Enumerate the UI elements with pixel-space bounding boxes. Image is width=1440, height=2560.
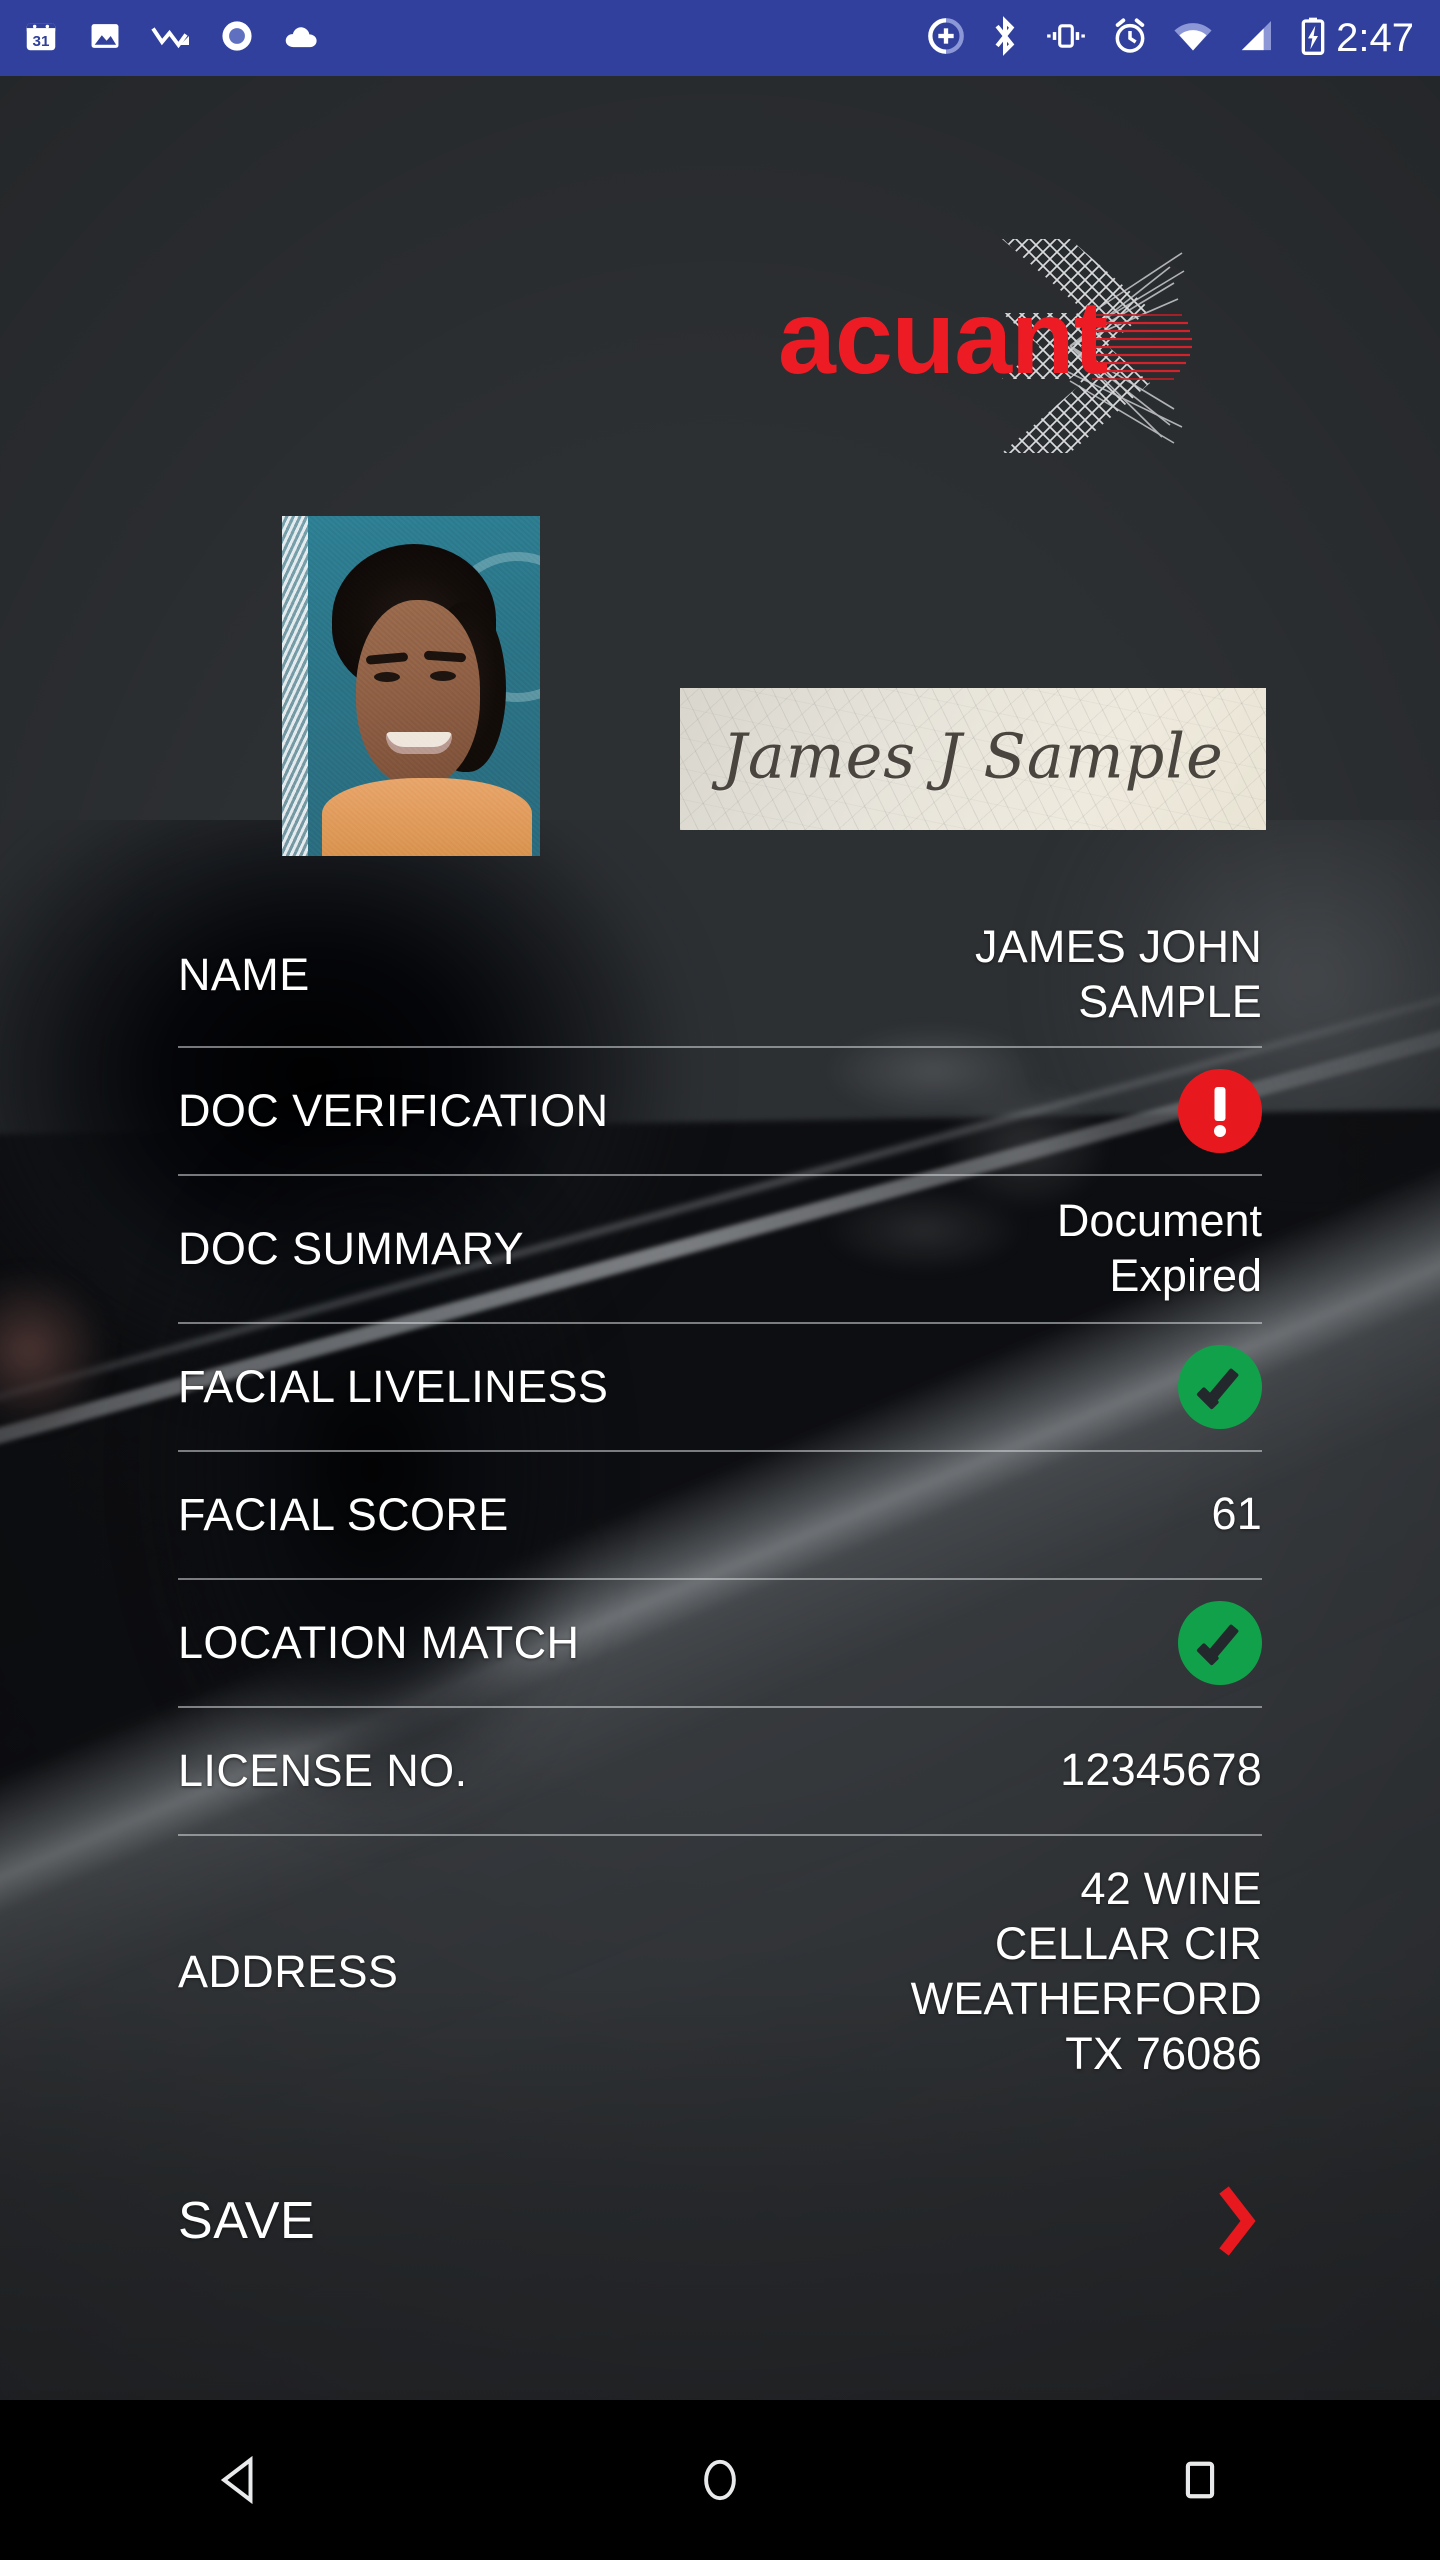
trending-down-icon xyxy=(150,17,192,60)
bluetooth-icon xyxy=(988,15,1022,61)
table-row: NAME JAMES JOHN SAMPLE xyxy=(178,904,1262,1048)
home-button[interactable] xyxy=(630,2400,810,2560)
acuant-logo: acuant xyxy=(770,231,1210,461)
row-label-address: ADDRESS xyxy=(178,1945,399,1997)
row-label-license-no: LICENSE NO. xyxy=(178,1744,468,1796)
acuant-wordmark: acuant xyxy=(778,280,1108,396)
back-button[interactable] xyxy=(150,2400,330,2560)
row-label-doc-verification: DOC VERIFICATION xyxy=(178,1084,609,1136)
row-label-doc-summary: DOC SUMMARY xyxy=(178,1222,525,1274)
row-value-name: JAMES JOHN SAMPLE xyxy=(974,921,1262,1027)
chevron-right-icon xyxy=(1216,2184,1262,2258)
cloud-icon xyxy=(282,17,324,60)
id-signature-image: James J Sample xyxy=(680,688,1266,830)
status-bar-system-icons xyxy=(926,15,1328,61)
row-value-address: 42 WINE CELLAR CIR WEATHERFORD TX 76086 xyxy=(910,1863,1262,2079)
error-badge-icon xyxy=(1178,1068,1262,1153)
row-value-license-no: 12345678 xyxy=(1060,1744,1262,1796)
sync-add-icon xyxy=(926,16,966,61)
battery-charging-icon xyxy=(1298,16,1328,61)
save-button-label: SAVE xyxy=(178,2192,316,2250)
row-value-doc-summary: Document Expired xyxy=(1056,1194,1262,1301)
table-row: DOC SUMMARY Document Expired xyxy=(178,1176,1262,1324)
status-bar-clock: 2:47 xyxy=(1336,15,1414,60)
vibrate-icon xyxy=(1044,16,1088,61)
app-root: 31 2:47 acuant James J Sample NAME JAMES… xyxy=(0,0,1440,2560)
record-circle-icon xyxy=(218,17,256,60)
status-bar-notification-icons: 31 xyxy=(22,17,324,60)
table-row: LOCATION MATCH xyxy=(178,1580,1262,1708)
row-value-facial-score: 61 xyxy=(1211,1488,1262,1540)
table-row: DOC VERIFICATION xyxy=(178,1048,1262,1176)
calendar-31-icon: 31 xyxy=(22,17,60,60)
save-button[interactable]: SAVE xyxy=(178,2156,1262,2286)
signature-text: James J Sample xyxy=(722,719,1224,793)
table-row: FACIAL SCORE 61 xyxy=(178,1452,1262,1580)
status-bar: 31 2:47 xyxy=(0,0,1440,76)
verification-details-table: NAME JAMES JOHN SAMPLE DOC VERIFICATION D… xyxy=(178,904,1262,2108)
row-label-facial-score: FACIAL SCORE xyxy=(178,1488,509,1540)
row-label-location-match: LOCATION MATCH xyxy=(178,1616,580,1668)
row-label-facial-liveliness: FACIAL LIVELINESS xyxy=(178,1360,609,1412)
success-check-badge-icon xyxy=(1178,1600,1262,1685)
table-row: LICENSE NO. 12345678 xyxy=(178,1708,1262,1836)
recents-button[interactable] xyxy=(1110,2400,1290,2560)
success-check-badge-icon xyxy=(1178,1344,1262,1429)
table-row: FACIAL LIVELINESS xyxy=(178,1324,1262,1452)
svg-text:31: 31 xyxy=(33,33,50,50)
cellular-signal-icon xyxy=(1236,16,1276,61)
photo-icon xyxy=(86,17,124,60)
android-navigation-bar xyxy=(0,2400,1440,2560)
wifi-icon xyxy=(1172,16,1214,61)
alarm-icon xyxy=(1110,16,1150,61)
table-row: ADDRESS 42 WINE CELLAR CIR WEATHERFORD TX 7… xyxy=(178,1836,1262,2108)
row-label-name: NAME xyxy=(178,948,310,1000)
main-content: acuant James J Sample NAME JAMES JOHN SA… xyxy=(0,76,1440,2400)
id-portrait-photo xyxy=(282,516,540,856)
